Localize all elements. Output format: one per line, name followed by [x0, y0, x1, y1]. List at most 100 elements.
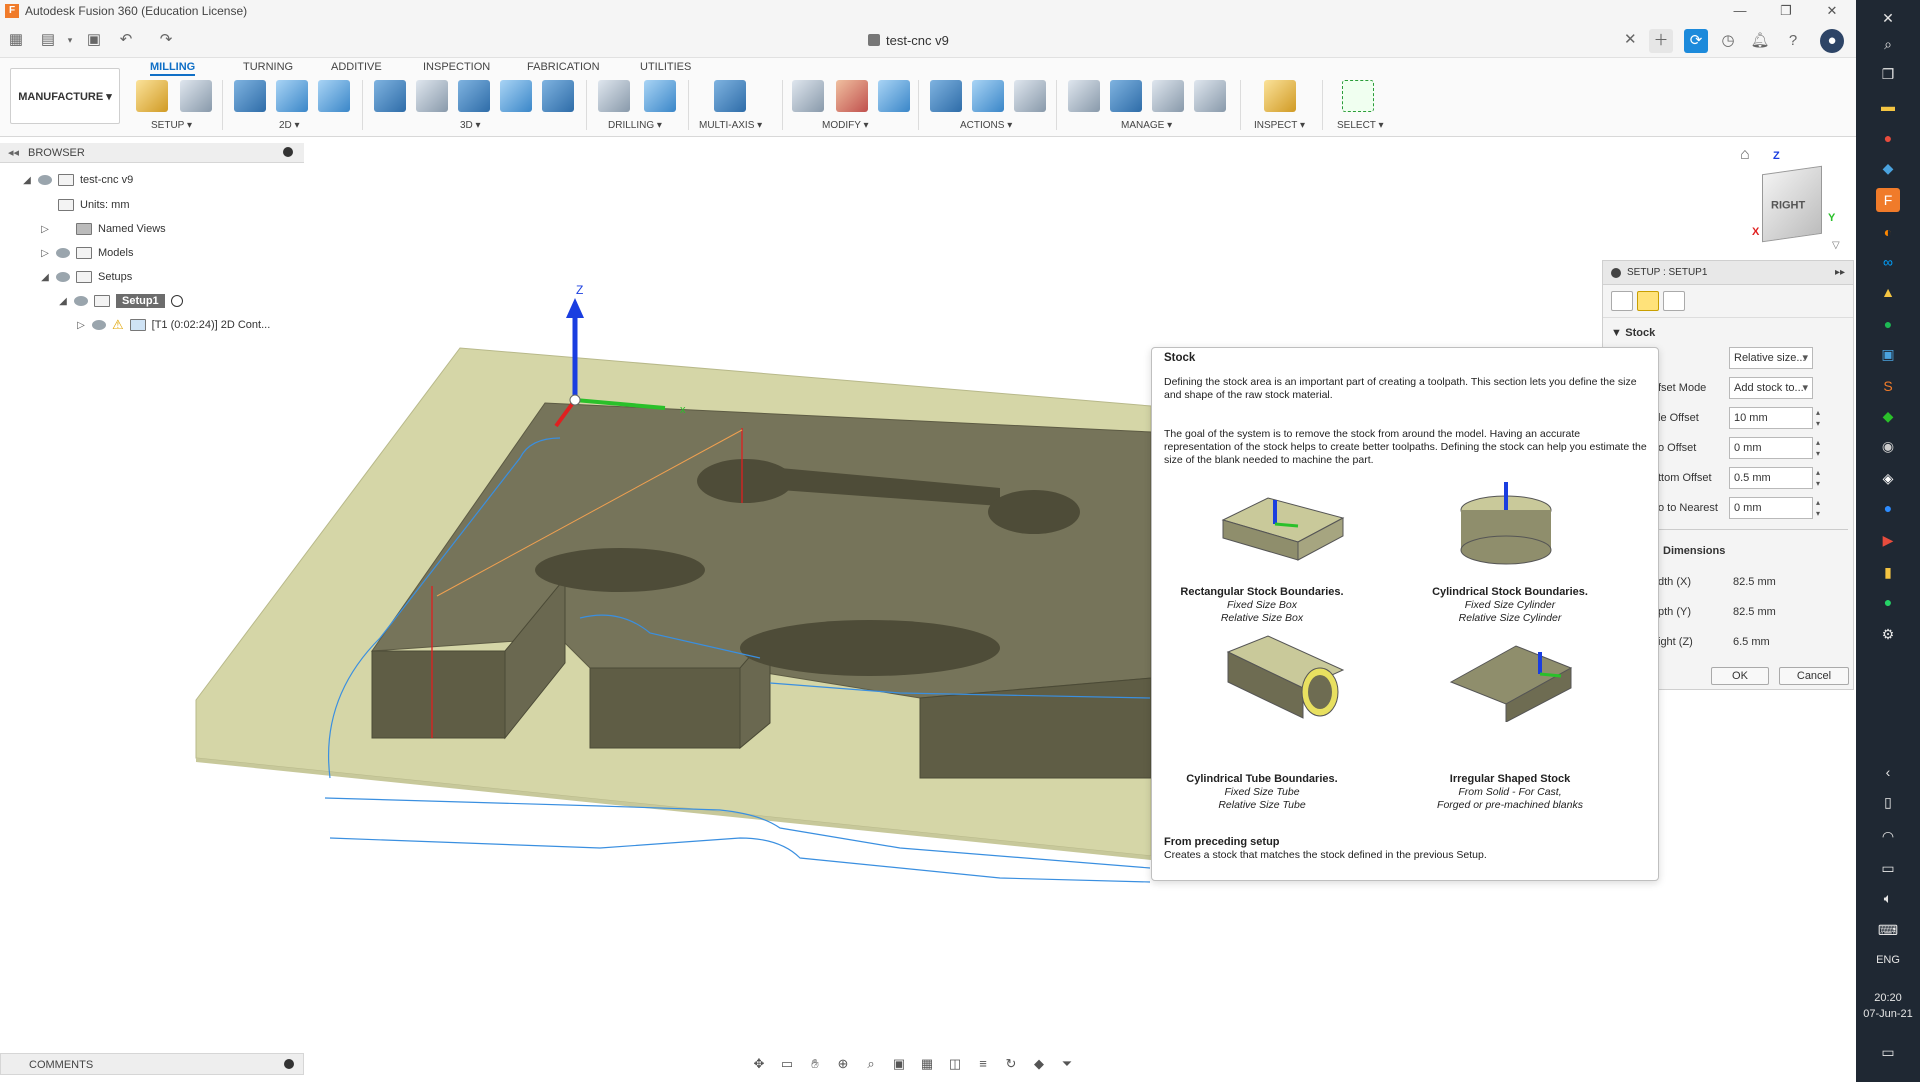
tab-post-process[interactable] — [1663, 291, 1685, 311]
tool-library-icon[interactable] — [1068, 80, 1100, 112]
close-taskbar-icon[interactable]: ✕ — [1876, 6, 1900, 30]
browser-pin-icon[interactable] — [283, 147, 293, 157]
steep-shallow-icon[interactable] — [458, 80, 490, 112]
workspace-switcher[interactable]: MANUFACTURE ▾ — [10, 68, 120, 124]
tab-utilities[interactable]: UTILITIES — [640, 58, 691, 76]
search-icon[interactable]: ⌕ — [1876, 32, 1900, 56]
orbit-icon[interactable]: ✥ — [748, 1055, 770, 1073]
bottom-offset-spinner[interactable]: ▴ ▾ — [1813, 467, 1823, 489]
user-avatar[interactable]: ● — [1820, 29, 1844, 53]
part-block-2[interactable] — [589, 667, 741, 749]
notifications-icon[interactable]: 🔔︎ — [1748, 29, 1772, 53]
add-comment-icon[interactable] — [284, 1059, 294, 1069]
setup-dialog-header[interactable]: SETUP : SETUP1 ▸▸ — [1603, 261, 1853, 285]
restore-button[interactable]: ❐ — [1763, 0, 1809, 22]
browser-header[interactable]: ◂◂ BROWSER — [0, 143, 304, 163]
help-icon[interactable]: ? — [1781, 29, 1805, 53]
wcs-origin[interactable] — [569, 394, 581, 406]
tree-item-operation[interactable]: ▷ ⚠ [T1 (0:02:24)] 2D Cont... — [76, 315, 270, 335]
keyboard-icon[interactable]: ⌨ — [1876, 918, 1900, 942]
data-panel-grid-icon[interactable]: ▦ — [6, 30, 26, 50]
job-status-icon[interactable]: ◷ — [1716, 29, 1740, 53]
chrome-icon[interactable]: ● — [1876, 126, 1900, 150]
viewports-icon[interactable]: ◫ — [944, 1055, 966, 1073]
nc-program-icon[interactable] — [180, 80, 212, 112]
app-icon-green[interactable]: ◆ — [1876, 404, 1900, 428]
file-dropdown-icon[interactable]: ▾ — [60, 30, 80, 50]
volume-icon[interactable]: 🔈︎ — [1876, 886, 1900, 910]
section-analysis-icon[interactable]: ≡ — [972, 1055, 994, 1073]
close-window-button[interactable]: ✕ — [1809, 0, 1855, 22]
drill-icon[interactable] — [598, 80, 630, 112]
3d-pocket-icon[interactable] — [416, 80, 448, 112]
wifi-icon[interactable]: ◠ — [1876, 824, 1900, 848]
file-explorer-icon[interactable]: ▬ — [1876, 94, 1900, 118]
dimensions-section-header[interactable]: Dimensions — [1663, 543, 1725, 557]
setup-target-icon[interactable] — [170, 295, 183, 307]
whatsapp-icon[interactable]: ● — [1876, 590, 1900, 614]
tab-stock[interactable] — [1637, 291, 1659, 311]
visibility-eye-icon[interactable] — [38, 175, 52, 185]
save-icon[interactable]: ▣ — [84, 30, 104, 50]
filter-icon[interactable]: ⏷ — [1056, 1055, 1078, 1073]
fit-icon[interactable]: ⌕ — [860, 1055, 882, 1073]
appearance-icon[interactable]: ◆ — [1028, 1055, 1050, 1073]
visibility-eye-icon[interactable] — [56, 272, 70, 282]
simulate-icon[interactable] — [930, 80, 962, 112]
scallop-icon[interactable] — [500, 80, 532, 112]
2d-pocket-icon[interactable] — [276, 80, 308, 112]
minimize-button[interactable]: — — [1717, 0, 1763, 22]
tab-fabrication[interactable]: FABRICATION — [527, 58, 600, 76]
display-settings-icon[interactable]: ▣ — [888, 1055, 910, 1073]
measure-icon[interactable] — [1264, 80, 1296, 112]
tab-inspection[interactable]: INSPECTION — [423, 58, 490, 76]
viewcube-menu-icon[interactable]: ▽ — [1832, 240, 1840, 251]
tree-collapse-icon[interactable]: ◢ — [22, 175, 32, 186]
document-tab[interactable]: test-cnc v9 — [868, 28, 949, 52]
app-icon-blue[interactable]: ◆ — [1876, 156, 1900, 180]
group-2d[interactable]: 2D ▾ — [279, 120, 300, 131]
tree-collapse-icon[interactable]: ◢ — [58, 296, 68, 307]
group-manage[interactable]: MANAGE ▾ — [1121, 120, 1172, 131]
modify-cut-icon[interactable] — [792, 80, 824, 112]
tray-expand-icon[interactable]: ‹ — [1876, 760, 1900, 784]
clock-date[interactable]: 07-Jun-21 — [1856, 1008, 1920, 1020]
undo-icon[interactable]: ↶ — [116, 30, 136, 50]
modify-delete-icon[interactable] — [836, 80, 868, 112]
tree-root[interactable]: ◢ test-cnc v9 — [22, 170, 133, 190]
group-drilling[interactable]: DRILLING ▾ — [608, 120, 662, 131]
tree-item-setup1[interactable]: ◢ Setup1 — [58, 291, 183, 311]
task-view-icon[interactable]: ❐ — [1876, 62, 1900, 86]
visibility-eye-icon[interactable] — [92, 320, 106, 330]
app-icon-diamond[interactable]: ◈ — [1876, 466, 1900, 490]
visibility-eye-icon[interactable] — [56, 248, 70, 258]
cancel-button[interactable]: Cancel — [1779, 667, 1849, 685]
action-center-icon[interactable]: ▭ — [1876, 1040, 1900, 1064]
machine-library-icon[interactable] — [1110, 80, 1142, 112]
2d-adaptive-icon[interactable] — [234, 80, 266, 112]
side-offset-spinner[interactable]: ▴ ▾ — [1813, 407, 1823, 429]
template-library-icon[interactable] — [1194, 80, 1226, 112]
app-icon-box[interactable]: ▣ — [1876, 342, 1900, 366]
setup-folder-icon[interactable] — [136, 80, 168, 112]
offset-mode-dropdown[interactable]: Add stock to... — [1729, 377, 1813, 399]
zoom-icon[interactable]: ⊕ — [832, 1055, 854, 1073]
side-offset-input[interactable]: 10 mm — [1729, 407, 1813, 429]
3d-adaptive-icon[interactable] — [374, 80, 406, 112]
multi-axis-icon[interactable] — [714, 80, 746, 112]
new-tab-button[interactable]: ＋ — [1649, 29, 1673, 53]
refresh-icon[interactable]: ↻ — [1000, 1055, 1022, 1073]
app-icon-yellow[interactable]: ▲ — [1876, 280, 1900, 304]
group-actions[interactable]: ACTIONS ▾ — [960, 120, 1012, 131]
pan-icon[interactable]: ✋︎ — [804, 1055, 826, 1073]
tree-collapse-icon[interactable]: ◢ — [40, 272, 50, 283]
file-menu-icon[interactable]: ▤ — [38, 30, 58, 50]
arduino-icon[interactable]: ∞ — [1876, 250, 1900, 274]
group-3d[interactable]: 3D ▾ — [460, 120, 481, 131]
round-nearest-input[interactable]: 0 mm — [1729, 497, 1813, 519]
post-library-icon[interactable] — [1152, 80, 1184, 112]
top-offset-input[interactable]: 0 mm — [1729, 437, 1813, 459]
tree-item-named-views[interactable]: ▷ Named Views — [40, 219, 166, 239]
fusion-taskbar-icon[interactable]: F — [1876, 188, 1900, 212]
youtube-icon[interactable]: ▶ — [1876, 528, 1900, 552]
